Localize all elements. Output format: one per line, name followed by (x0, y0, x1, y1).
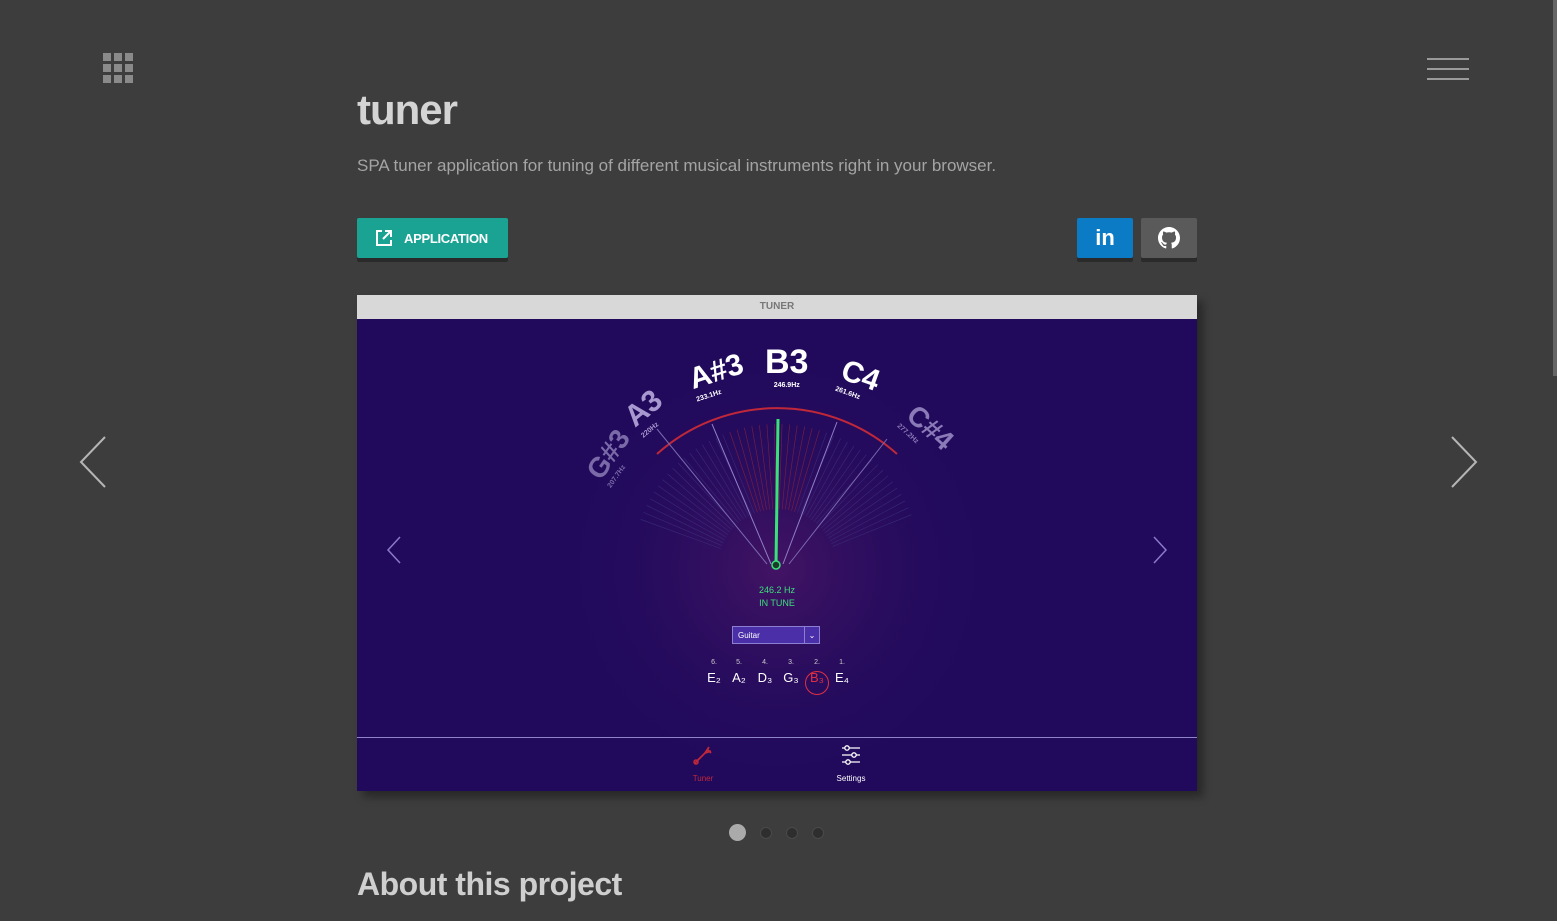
note-freq: 246.9Hz (773, 382, 800, 389)
tuner-next-arrow[interactable] (1152, 535, 1168, 565)
tuner-screen: G#3 207.7Hz A3 220Hz A#3 233.1Hz B3 246.… (357, 319, 1197, 791)
tab-tuner-label: Tuner (692, 774, 714, 783)
tuner-prev-arrow[interactable] (386, 535, 402, 565)
carousel-next-arrow[interactable] (1449, 435, 1479, 489)
github-button[interactable] (1141, 218, 1197, 258)
hamburger-menu-icon[interactable] (1427, 58, 1469, 80)
active-string-ring (805, 671, 829, 695)
tab-settings-label: Settings (836, 774, 866, 783)
github-icon (1158, 227, 1180, 249)
string-list: 6. E₂ 5. A₂ 4. D₃ 3. G₃ 2. B₃ 1. E₄ (702, 659, 852, 699)
page-scrollbar[interactable] (1553, 0, 1557, 376)
toolbar-divider (357, 737, 1197, 738)
carousel-prev-arrow[interactable] (78, 435, 108, 489)
instrument-select-value: Guitar (738, 631, 760, 640)
string-3[interactable]: 3. G₃ (779, 659, 803, 685)
external-link-icon (376, 230, 392, 246)
carousel-dot-1-active[interactable] (729, 824, 746, 841)
carousel-dot-3[interactable] (786, 827, 798, 839)
apps-grid-icon[interactable] (103, 53, 133, 83)
tuner-dial (557, 349, 997, 789)
frequency-readout: 246.2 Hz (758, 585, 796, 595)
note-label-b3: B3 246.9Hz (765, 343, 809, 389)
string-1[interactable]: 1. E₄ (830, 659, 854, 685)
chevron-down-icon: ⌄ (804, 627, 819, 643)
string-6[interactable]: 6. E₂ (702, 659, 726, 685)
instrument-select[interactable]: Guitar ⌄ (732, 626, 820, 644)
tune-status: IN TUNE (759, 598, 795, 608)
application-button[interactable]: APPLICATION (357, 218, 508, 258)
tuning-fork-icon (693, 746, 712, 765)
sliders-icon (842, 745, 860, 765)
about-heading: About this project (357, 866, 622, 902)
tab-settings[interactable]: Settings (821, 743, 881, 783)
tab-tuner[interactable]: Tuner (673, 743, 733, 783)
project-title: tuner (357, 86, 458, 133)
project-description: SPA tuner application for tuning of diff… (357, 156, 997, 175)
carousel-dot-2[interactable] (760, 827, 772, 839)
application-button-label: APPLICATION (404, 230, 488, 246)
linkedin-button[interactable]: in (1077, 218, 1133, 258)
linkedin-icon: in (1095, 225, 1115, 250)
string-2-active[interactable]: 2. B₃ (805, 659, 829, 695)
screenshot-window-title: TUNER (357, 295, 1197, 319)
carousel-dot-4[interactable] (812, 827, 824, 839)
string-4[interactable]: 4. D₃ (753, 659, 777, 685)
string-5[interactable]: 5. A₂ (727, 659, 751, 685)
screenshot-slider: TUNER G#3 207.7Hz A3 220Hz A#3 233.1Hz B… (357, 295, 1197, 791)
